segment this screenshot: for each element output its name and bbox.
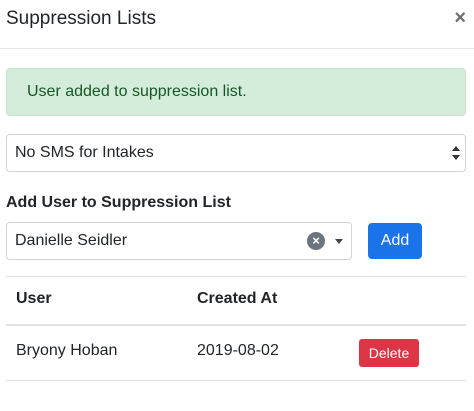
table-header-divider — [6, 324, 466, 326]
alert-message: User added to suppression list. — [27, 83, 247, 100]
add-user-label: Add User to Suppression List — [6, 194, 231, 211]
delete-button[interactable]: Delete — [359, 339, 419, 367]
close-icon[interactable]: × — [454, 7, 466, 29]
clear-icon[interactable]: × — [307, 232, 325, 250]
table-bottom-divider — [6, 380, 466, 381]
add-button[interactable]: Add — [368, 223, 422, 259]
user-select[interactable]: Danielle Seidler × — [6, 222, 352, 260]
modal-header: Suppression Lists × — [0, 0, 474, 49]
suppression-list-selected: No SMS for Intakes — [15, 144, 154, 161]
close-button[interactable]: × — [454, 8, 466, 28]
cell-created-at: 2019-08-02 — [197, 342, 279, 359]
column-header-user: User — [16, 290, 52, 307]
user-select-value: Danielle Seidler — [15, 232, 128, 249]
chevron-down-icon[interactable] — [335, 239, 343, 244]
suppression-list-select[interactable]: No SMS for Intakes — [6, 134, 466, 172]
success-alert: User added to suppression list. — [6, 68, 466, 116]
divider — [6, 276, 466, 277]
cell-user: Bryony Hoban — [16, 342, 118, 359]
modal-title: Suppression Lists — [6, 8, 156, 29]
column-header-created-at: Created At — [197, 290, 278, 307]
select-arrows-icon — [452, 146, 460, 160]
